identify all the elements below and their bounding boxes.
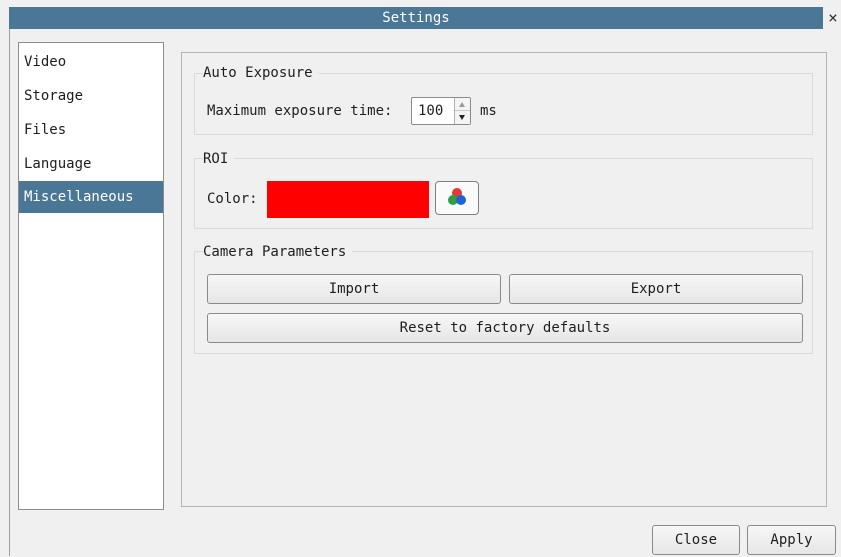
roi-title: ROI bbox=[203, 151, 235, 167]
sidebar-item-language[interactable]: Language bbox=[19, 150, 163, 178]
sidebar-item-files[interactable]: Files bbox=[19, 116, 163, 144]
title-bar: Settings × bbox=[0, 0, 841, 30]
auto-exposure-title: Auto Exposure bbox=[203, 65, 319, 81]
apply-button[interactable]: Apply bbox=[747, 525, 836, 555]
export-button[interactable]: Export bbox=[509, 274, 803, 304]
color-wheel-icon bbox=[448, 188, 466, 205]
chevron-down-icon bbox=[459, 115, 465, 120]
close-button[interactable]: Close bbox=[652, 525, 740, 555]
chevron-up-icon bbox=[459, 102, 465, 107]
spin-buttons bbox=[454, 98, 470, 124]
window-title: Settings bbox=[9, 7, 823, 29]
roi-color-swatch[interactable] bbox=[267, 181, 429, 218]
sidebar-item-storage[interactable]: Storage bbox=[19, 82, 163, 110]
spin-down-button[interactable] bbox=[455, 111, 470, 124]
color-picker-button[interactable] bbox=[435, 181, 479, 215]
max-exposure-label: Maximum exposure time: bbox=[207, 103, 393, 119]
exposure-unit-label: ms bbox=[480, 103, 497, 119]
roi-color-label: Color: bbox=[207, 191, 258, 207]
max-exposure-value[interactable]: 100 bbox=[418, 98, 443, 124]
sidebar-item-video[interactable]: Video bbox=[19, 48, 163, 76]
close-icon[interactable]: × bbox=[825, 7, 841, 29]
spin-up-button[interactable] bbox=[455, 98, 470, 111]
max-exposure-spinbox[interactable]: 100 bbox=[411, 97, 471, 125]
camera-parameters-title: Camera Parameters bbox=[203, 244, 353, 260]
reset-defaults-button[interactable]: Reset to factory defaults bbox=[207, 313, 803, 343]
settings-sidebar: Video Storage Files Language Miscellaneo… bbox=[18, 42, 164, 510]
sidebar-item-miscellaneous[interactable]: Miscellaneous bbox=[19, 181, 163, 213]
import-button[interactable]: Import bbox=[207, 274, 501, 304]
